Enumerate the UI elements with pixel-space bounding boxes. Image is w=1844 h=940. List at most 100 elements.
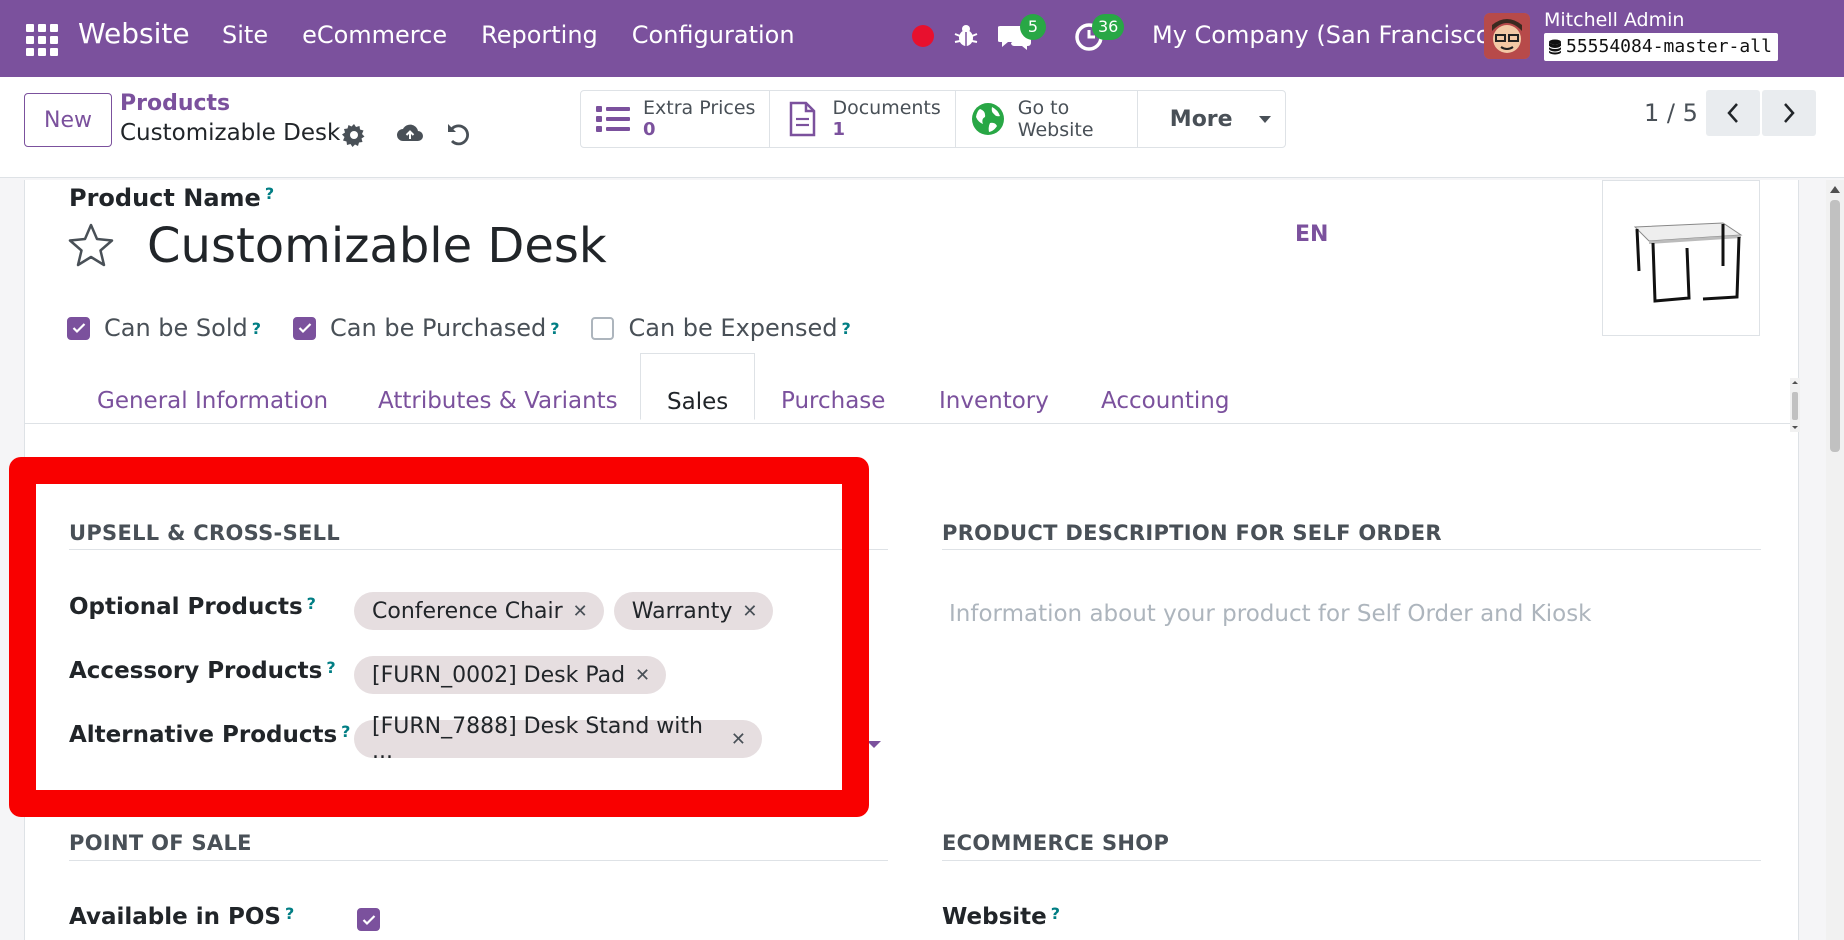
user-name[interactable]: Mitchell Admin (1544, 9, 1684, 31)
help-tooltip-icon[interactable]: ? (326, 658, 335, 677)
remove-tag-icon[interactable]: ✕ (573, 601, 588, 622)
ecommerce-divider (942, 860, 1761, 861)
go-to-label: Go to (1017, 97, 1070, 119)
extra-prices-button[interactable]: Extra Prices 0 (581, 91, 771, 147)
breadcrumb-products[interactable]: Products (120, 91, 230, 116)
self-order-section-title: PRODUCT DESCRIPTION FOR SELF ORDER (942, 521, 1442, 545)
remove-tag-icon[interactable]: ✕ (731, 729, 746, 750)
help-tooltip-icon[interactable]: ? (550, 319, 559, 338)
tab-general-information[interactable]: General Information (97, 378, 328, 424)
product-image[interactable] (1602, 180, 1760, 336)
record-icon[interactable] (912, 25, 934, 47)
product-name-label: Product Name? (69, 184, 274, 212)
discard-icon[interactable] (446, 121, 470, 147)
company-switcher[interactable]: My Company (San Francisco) (1152, 21, 1500, 49)
chat-count-badge: 5 (1020, 14, 1046, 40)
tab-attributes-variants[interactable]: Attributes & Variants (378, 378, 618, 424)
documents-button[interactable]: Documents 1 (770, 91, 956, 147)
help-tooltip-icon[interactable]: ? (252, 319, 261, 338)
tab-sales[interactable]: Sales (640, 353, 756, 420)
self-order-divider (942, 549, 1761, 550)
accessory-products-label-text: Accessory Products (69, 658, 323, 684)
database-badge: 55554084-master-all (1544, 33, 1778, 61)
tab-inventory[interactable]: Inventory (939, 378, 1049, 424)
breadcrumb-current: Customizable Desk (120, 120, 341, 146)
go-to-website-button[interactable]: Go to Website (956, 91, 1138, 147)
favorite-star-icon[interactable] (67, 222, 115, 268)
can-be-purchased-checkbox[interactable]: Can be Purchased? (293, 314, 559, 342)
tab-accounting[interactable]: Accounting (1101, 378, 1229, 424)
help-tooltip-icon[interactable]: ? (842, 319, 851, 338)
top-navbar: Website Site eCommerce Reporting Configu… (0, 0, 1844, 77)
smart-buttons: Extra Prices 0 Documents 1 Go to Website… (580, 90, 1286, 148)
pager-previous-button[interactable] (1706, 90, 1760, 136)
documents-count: 1 (832, 119, 845, 140)
save-cloud-icon[interactable] (396, 121, 424, 145)
user-avatar[interactable] (1484, 13, 1530, 59)
pager-value[interactable]: 1 / 5 (1644, 99, 1698, 127)
menu-item-configuration[interactable]: Configuration (632, 21, 795, 49)
can-be-expensed-checkbox[interactable]: Can be Expensed? (591, 314, 851, 342)
desk-image-icon (1633, 222, 1743, 303)
app-name[interactable]: Website (78, 17, 190, 50)
tag-label: [FURN_0002] Desk Pad (372, 662, 626, 688)
available-in-pos-label-text: Available in POS (69, 904, 281, 930)
can-be-expensed-label: Can be Expensed (628, 314, 838, 342)
remove-tag-icon[interactable]: ✕ (742, 601, 757, 622)
remove-tag-icon[interactable]: ✕ (635, 665, 650, 686)
alternative-products-label: Alternative Products? (69, 722, 350, 748)
tag-label: Conference Chair (372, 598, 563, 624)
chevron-left-icon (1727, 103, 1738, 123)
menu-item-site[interactable]: Site (222, 21, 268, 49)
checkbox-checked-icon[interactable] (293, 316, 317, 340)
menu-item-reporting[interactable]: Reporting (481, 21, 598, 49)
help-tooltip-icon[interactable]: ? (285, 904, 294, 923)
help-tooltip-icon[interactable]: ? (341, 722, 350, 741)
menu-item-ecommerce[interactable]: eCommerce (302, 21, 447, 49)
tag-label: [FURN_7888] Desk Stand with ... (372, 714, 703, 764)
field-dropdown-icon[interactable] (867, 741, 881, 748)
self-order-description-field[interactable]: Information about your product for Self … (949, 601, 1592, 627)
help-tooltip-icon[interactable]: ? (1051, 904, 1060, 923)
main-menu: Site eCommerce Reporting Configuration (222, 21, 795, 49)
more-label: More (1169, 106, 1233, 132)
tab-scrollbar[interactable] (1790, 378, 1800, 432)
optional-products-field[interactable]: Conference Chair ✕ Warranty ✕ (354, 592, 774, 630)
gear-icon[interactable] (342, 123, 366, 147)
form-sheet: Product Name? Customizable Desk EN Can b… (24, 180, 1800, 940)
activity-count-badge: 36 (1092, 14, 1125, 40)
accessory-products-field[interactable]: [FURN_0002] Desk Pad ✕ (354, 656, 667, 694)
product-name-label-text: Product Name (69, 184, 261, 212)
page-scrollbar[interactable] (1826, 180, 1844, 940)
alternative-products-label-text: Alternative Products (69, 722, 338, 748)
can-be-sold-checkbox[interactable]: Can be Sold? (67, 314, 261, 342)
help-tooltip-icon[interactable]: ? (307, 594, 316, 613)
help-tooltip-icon[interactable]: ? (265, 184, 274, 203)
more-dropdown[interactable]: More (1138, 91, 1285, 147)
optional-product-tag: Warranty ✕ (613, 592, 774, 630)
pager-next-button[interactable] (1762, 90, 1816, 136)
alternative-products-field[interactable]: [FURN_7888] Desk Stand with ... ✕ (354, 714, 762, 764)
checkbox-checked-icon (362, 914, 375, 925)
new-button[interactable]: New (24, 93, 112, 147)
upsell-divider (69, 549, 888, 550)
extra-prices-label: Extra Prices (643, 97, 756, 119)
product-name-field[interactable]: Customizable Desk (147, 218, 607, 274)
scrollbar-thumb[interactable] (1830, 200, 1840, 452)
scroll-up-arrow-icon[interactable] (1830, 186, 1840, 193)
checkbox-checked-icon[interactable] (67, 316, 90, 340)
notebook-tabs: General Information Attributes & Variant… (25, 353, 1800, 432)
document-icon (790, 101, 816, 137)
app-grid-icon[interactable] (26, 24, 58, 56)
available-in-pos-checkbox[interactable] (357, 908, 380, 931)
tab-purchase[interactable]: Purchase (781, 378, 885, 424)
checkbox-unchecked-icon[interactable] (591, 316, 615, 340)
globe-icon (971, 103, 1004, 135)
caret-down-icon (1258, 115, 1271, 123)
database-name: 55554084-master-all (1566, 36, 1772, 57)
bug-icon[interactable] (952, 22, 980, 50)
pos-divider (69, 860, 888, 861)
language-button[interactable]: EN (1295, 222, 1328, 247)
extra-prices-count: 0 (643, 119, 656, 140)
website-label-text: Website (942, 904, 1047, 930)
